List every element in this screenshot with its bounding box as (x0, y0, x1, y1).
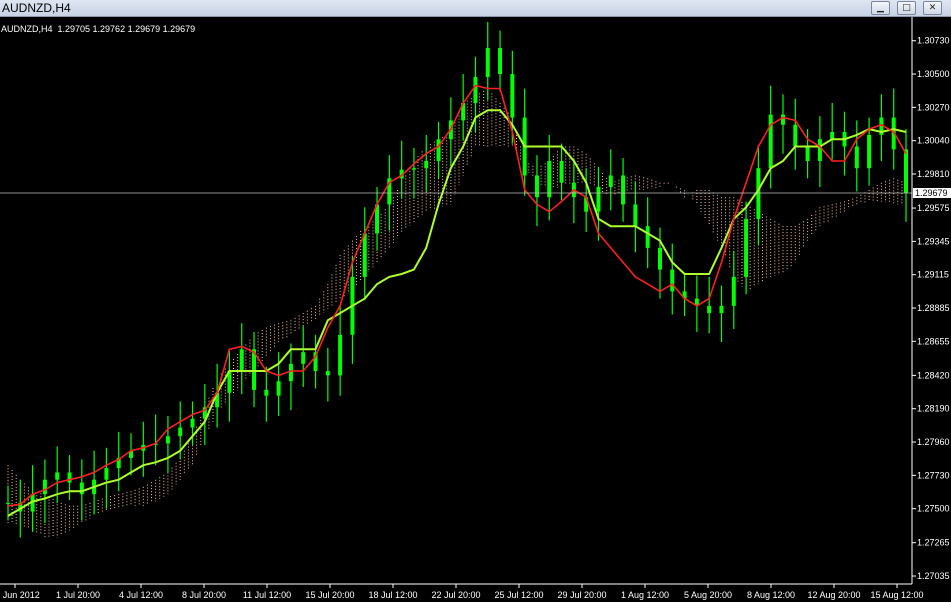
price-bar-body (338, 334, 343, 376)
price-bar-body (6, 502, 10, 504)
time-tick-label: 29 Jun 2012 (0, 590, 40, 600)
price-tick-label: 1.28655 (917, 336, 950, 346)
time-tick-label: 1 Aug 12:00 (621, 590, 669, 600)
price-bar-body (264, 389, 269, 396)
price-bar-body (780, 114, 785, 125)
time-tick-label: 18 Jul 12:00 (368, 590, 417, 600)
price-bar-body (288, 363, 293, 382)
time-tick-label: 8 Aug 12:00 (747, 590, 795, 600)
time-tick-label: 8 Jul 20:00 (182, 590, 226, 600)
price-tick-label: 1.29345 (917, 236, 950, 246)
price-bar-body (817, 139, 822, 161)
price-tick-label: 1.27500 (917, 504, 950, 514)
price-chart[interactable]: 1.30730 1.30500 1.30270 1.30040 1.29810 1.295… (0, 17, 951, 602)
time-tick-label: 4 Jul 12:00 (119, 590, 163, 600)
maximize-button[interactable]: □ (897, 1, 916, 15)
price-bar-body (301, 352, 306, 364)
last-price-label: 1.29679 (915, 188, 948, 198)
price-bar-body (744, 218, 749, 277)
price-bar-body (633, 204, 638, 227)
price-bar-body (362, 233, 367, 277)
price-tick-label: 1.30730 (917, 36, 950, 46)
price-tick-label: 1.28190 (917, 404, 950, 414)
price-bar-body (473, 76, 478, 104)
price-bars (6, 21, 908, 538)
price-bar-body (104, 468, 109, 480)
time-tick-label: 15 Jul 20:00 (305, 590, 354, 600)
price-bar-body (830, 132, 835, 140)
price-bar-body (411, 168, 416, 170)
price-bar-body (657, 247, 662, 270)
price-tick-label: 1.30270 (917, 102, 950, 112)
price-bar-body (325, 371, 330, 376)
price-bar-body (67, 472, 72, 483)
price-bar-body (436, 139, 441, 161)
symbol-info-line: AUDNZD,H4 1.29705 1.29762 1.29679 1.2967… (1, 24, 196, 34)
price-tick-label: 1.29810 (917, 169, 950, 179)
price-bar-body (596, 187, 601, 212)
price-bar-body (645, 226, 650, 248)
price-bar-body (559, 160, 564, 183)
price-bar-body (768, 114, 773, 169)
minimize-button[interactable]: ▁ (871, 1, 890, 15)
price-tick-label: 1.28885 (917, 303, 950, 313)
price-bar-body (621, 175, 626, 205)
time-tick-label: 12 Aug 20:00 (807, 590, 860, 600)
time-tick-label: 11 Jul 12:00 (243, 590, 291, 600)
price-tick-label: 1.30500 (917, 69, 950, 79)
price-tick-label: 1.27730 (917, 470, 950, 480)
close-button[interactable]: ✕ (923, 1, 942, 15)
price-bar-body (485, 47, 490, 77)
price-bar-body (793, 124, 798, 147)
time-tick-label: 25 Jul 12:00 (494, 590, 543, 600)
price-bar-body (904, 149, 908, 193)
price-tick-label: 1.27035 (917, 571, 950, 581)
time-tick-label: 1 Jul 20:00 (56, 590, 100, 600)
price-bar-body (42, 479, 47, 495)
price-bar-body (707, 305, 712, 314)
price-bar-body (867, 134, 872, 169)
price-bar-body (547, 160, 552, 198)
price-bar-body (165, 436, 170, 444)
price-bar-body (510, 74, 515, 118)
time-tick-label: 5 Aug 20:00 (684, 590, 732, 600)
price-bar-body (805, 146, 810, 161)
price-bar-body (608, 175, 613, 188)
window-titlebar: AUDNZD,H4 ▁ □ ✕ (0, 0, 951, 17)
price-tick-label: 1.27265 (917, 538, 950, 548)
price-bar-body (854, 146, 859, 169)
price-bar-body (178, 427, 183, 437)
price-tick-label: 1.29115 (917, 270, 949, 280)
price-bar-body (731, 276, 736, 306)
price-bar-body (719, 305, 724, 314)
price-bar-body (239, 349, 244, 372)
price-bar-body (79, 482, 84, 495)
time-tick-label: 29 Jul 20:00 (557, 590, 606, 600)
time-tick-label: 22 Jul 20:00 (431, 590, 480, 600)
price-bar-body (276, 381, 281, 396)
price-tick-label: 1.27960 (917, 437, 950, 447)
time-axis: 29 Jun 2012 1 Jul 20:00 4 Jul 12:00 8 Jul 2… (0, 584, 924, 600)
price-tick-label: 1.28420 (917, 370, 950, 380)
price-tick-label: 1.29575 (917, 203, 950, 213)
window-title: AUDNZD,H4 (2, 1, 71, 15)
price-bar-body (534, 175, 539, 198)
kijun-sen-line (7, 109, 907, 517)
time-tick-label: 15 Aug 12:00 (870, 590, 923, 600)
price-bar-body (670, 269, 675, 292)
price-bar-body (498, 47, 503, 75)
price-bar-body (424, 160, 429, 169)
price-tick-label: 1.30040 (917, 136, 950, 146)
price-bar-body (55, 472, 60, 480)
price-bar-body (190, 418, 195, 428)
